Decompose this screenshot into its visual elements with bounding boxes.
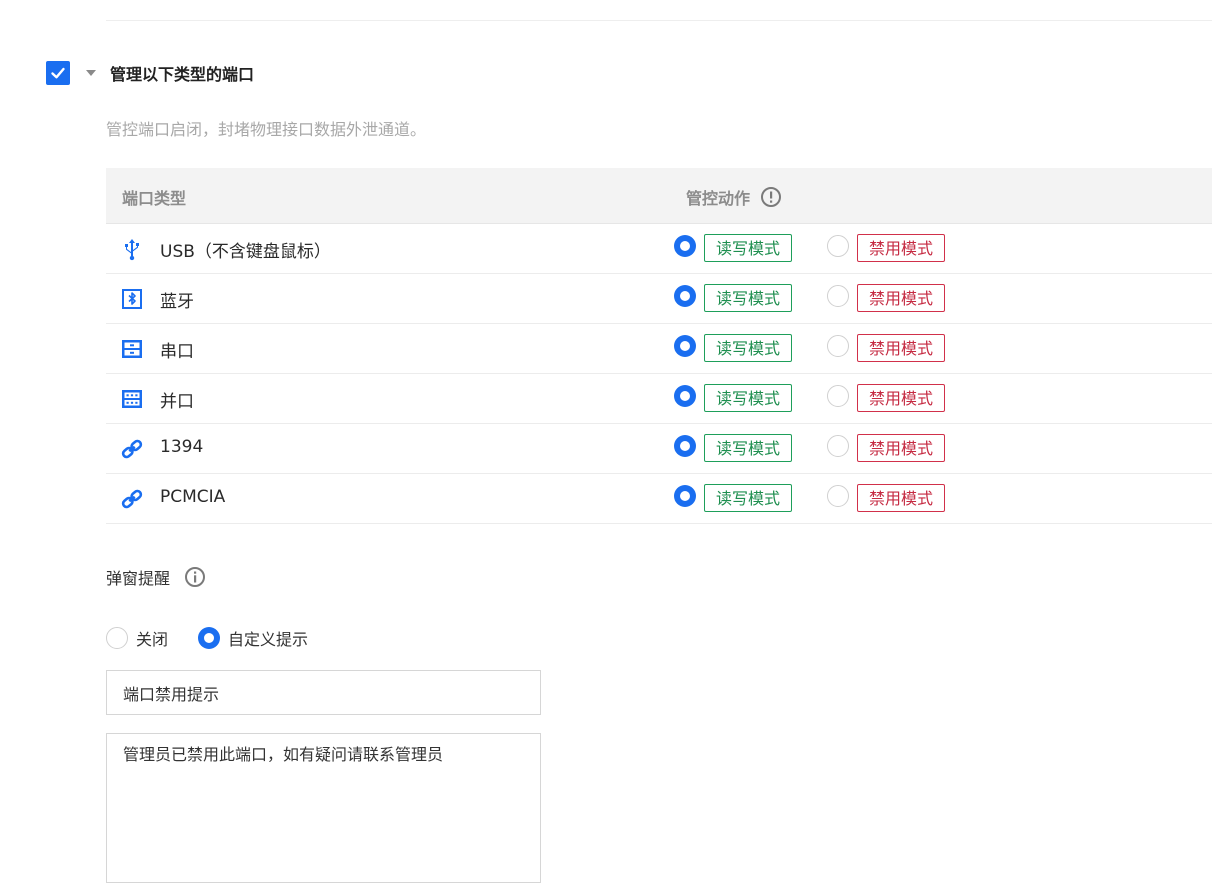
port-label: USB（不含键盘鼠标） bbox=[160, 242, 331, 262]
option-off-label: 关闭 bbox=[136, 630, 169, 649]
disable-tag[interactable]: 禁用模式 bbox=[857, 434, 946, 462]
radio-off[interactable] bbox=[106, 627, 128, 649]
radio-read-write[interactable] bbox=[674, 335, 696, 357]
port-label: PCMCIA bbox=[160, 487, 226, 507]
manage-ports-checkbox[interactable] bbox=[46, 61, 70, 85]
link-icon bbox=[121, 489, 143, 509]
table-row: 串口 读写模式 禁用模式 bbox=[106, 324, 1212, 374]
disable-tag[interactable]: 禁用模式 bbox=[857, 484, 946, 512]
port-label: 蓝牙 bbox=[160, 292, 194, 312]
section-title: 管理以下类型的端口 bbox=[110, 65, 255, 84]
popup-reminder-text: 弹窗提醒 bbox=[106, 569, 171, 588]
bluetooth-icon bbox=[122, 289, 142, 309]
table-header: 端口类型 管控动作 bbox=[106, 168, 1212, 224]
parallel-port-icon bbox=[122, 390, 142, 408]
exclamation-info-icon[interactable] bbox=[760, 186, 782, 208]
disable-tag[interactable]: 禁用模式 bbox=[857, 284, 946, 312]
radio-read-write[interactable] bbox=[674, 285, 696, 307]
port-label: 串口 bbox=[160, 342, 194, 362]
header-port-type: 端口类型 bbox=[122, 189, 187, 208]
collapse-caret-icon[interactable] bbox=[86, 70, 96, 76]
disable-tag[interactable]: 禁用模式 bbox=[857, 384, 946, 412]
popup-reminder-label: 弹窗提醒 bbox=[106, 565, 206, 589]
top-divider bbox=[106, 20, 1212, 21]
table-row: 并口 读写模式 禁用模式 bbox=[106, 374, 1212, 424]
port-table: 端口类型 管控动作 USB（不含键盘鼠标） 读写模式 禁用模式 蓝牙 读写模式 … bbox=[106, 168, 1212, 524]
popup-title-input[interactable] bbox=[106, 670, 541, 715]
port-label: 1394 bbox=[160, 437, 204, 457]
table-row: 1394 读写模式 禁用模式 bbox=[106, 424, 1212, 474]
radio-disable[interactable] bbox=[827, 435, 849, 457]
disable-tag[interactable]: 禁用模式 bbox=[857, 234, 946, 262]
table-row: PCMCIA 读写模式 禁用模式 bbox=[106, 474, 1212, 524]
read-write-tag[interactable]: 读写模式 bbox=[704, 234, 793, 262]
port-label: 并口 bbox=[160, 392, 194, 412]
table-row: 蓝牙 读写模式 禁用模式 bbox=[106, 274, 1212, 324]
read-write-tag[interactable]: 读写模式 bbox=[704, 434, 793, 462]
link-icon bbox=[121, 439, 143, 459]
check-icon bbox=[51, 67, 65, 79]
radio-disable[interactable] bbox=[827, 485, 849, 507]
table-row: USB（不含键盘鼠标） 读写模式 禁用模式 bbox=[106, 224, 1212, 274]
read-write-tag[interactable]: 读写模式 bbox=[704, 484, 793, 512]
radio-disable[interactable] bbox=[827, 385, 849, 407]
option-custom[interactable]: 自定义提示 bbox=[198, 626, 308, 650]
section-header: 管理以下类型的端口 bbox=[46, 61, 254, 85]
radio-custom[interactable] bbox=[198, 627, 221, 649]
option-custom-label: 自定义提示 bbox=[228, 630, 309, 649]
radio-read-write[interactable] bbox=[674, 435, 696, 457]
read-write-tag[interactable]: 读写模式 bbox=[704, 334, 793, 362]
disable-tag[interactable]: 禁用模式 bbox=[857, 334, 946, 362]
radio-read-write[interactable] bbox=[674, 235, 696, 257]
info-icon[interactable] bbox=[184, 566, 206, 588]
popup-options: 关闭 自定义提示 bbox=[106, 626, 308, 650]
popup-message-textarea[interactable]: 管理员已禁用此端口，如有疑问请联系管理员 bbox=[106, 733, 541, 883]
radio-read-write[interactable] bbox=[674, 385, 696, 407]
read-write-tag[interactable]: 读写模式 bbox=[704, 284, 793, 312]
radio-disable[interactable] bbox=[827, 285, 849, 307]
radio-read-write[interactable] bbox=[674, 485, 696, 507]
radio-disable[interactable] bbox=[827, 335, 849, 357]
radio-disable[interactable] bbox=[827, 235, 849, 257]
header-control-action: 管控动作 bbox=[686, 185, 782, 209]
read-write-tag[interactable]: 读写模式 bbox=[704, 384, 793, 412]
option-off[interactable]: 关闭 bbox=[106, 626, 168, 650]
serial-port-icon bbox=[122, 340, 142, 358]
section-description: 管控端口启闭，封堵物理接口数据外泄通道。 bbox=[106, 120, 427, 139]
usb-icon bbox=[125, 239, 139, 261]
header-control-action-label: 管控动作 bbox=[686, 189, 751, 208]
